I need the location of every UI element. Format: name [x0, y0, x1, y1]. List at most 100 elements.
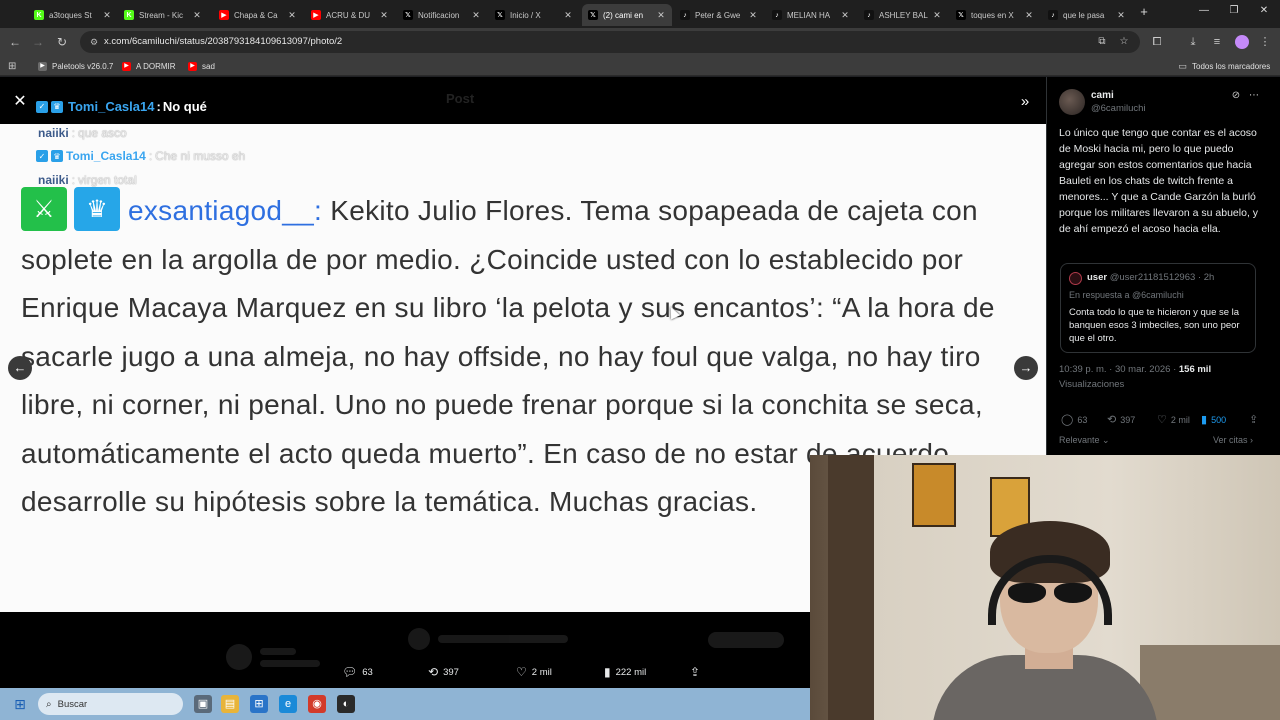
tab-close-icon[interactable]: ✕ — [748, 10, 758, 21]
tab-close-icon[interactable]: ✕ — [563, 10, 573, 21]
tab-close-icon[interactable]: ✕ — [287, 10, 297, 21]
profile-avatar[interactable] — [1235, 35, 1249, 49]
navigation-bar: ← → ↻ ⚙ x.com/6camiluchi/status/20387931… — [0, 28, 1280, 56]
sidebar-reply-action[interactable]: ◯ 63 — [1061, 413, 1087, 426]
more-options-icon[interactable]: ⋯ — [1248, 90, 1260, 102]
tab-close-icon[interactable]: ✕ — [840, 10, 850, 21]
tab-title: ACRU & DU — [326, 10, 371, 20]
chat-badge-icon: ♛ — [51, 150, 63, 162]
chat-line: naiiki: virgen total — [38, 173, 137, 187]
reply-card[interactable]: user @user21181512963 · 2h En respuesta … — [1060, 263, 1256, 353]
tab-close-icon[interactable]: ✕ — [379, 10, 389, 21]
views-action[interactable]: ▮ 222 mil — [604, 665, 646, 679]
browser-tab[interactable]: 𝕏 Notificacion ✕ — [397, 4, 487, 26]
edge-icon[interactable]: e — [279, 695, 297, 713]
chat-line-message: Che ni musso eh — [155, 149, 246, 163]
repost-action[interactable]: ⟲ 397 — [428, 665, 459, 679]
collapse-sidebar-icon[interactable]: » — [1016, 94, 1034, 110]
author-handle[interactable]: @6camiluchi — [1091, 103, 1146, 114]
tab-close-icon[interactable]: ✕ — [1116, 10, 1126, 21]
browser-tab[interactable]: ♪ MELIAN HA ✕ — [766, 4, 856, 26]
share-action[interactable]: ⇪ — [690, 665, 705, 679]
view-quotes-link[interactable]: Ver citas › — [1213, 435, 1253, 445]
address-bar[interactable]: ⚙ x.com/6camiluchi/status/20387931841096… — [80, 31, 1140, 53]
chat-line: naiiki: que asco — [38, 126, 127, 140]
taskbar-search[interactable]: ⌕ Buscar — [38, 693, 183, 715]
sidebar-share-action[interactable]: ⇪ — [1249, 413, 1262, 426]
sidebar-like-count: 2 mil — [1170, 414, 1190, 425]
bookmark-item[interactable]: ▶ sad — [188, 60, 215, 72]
in-reply-to: En respuesta a @6camiluchi — [1069, 290, 1184, 300]
sidebar-like-action[interactable]: ♡ 2 mil — [1157, 413, 1190, 426]
all-bookmarks-label: Todos los marcadores — [1192, 61, 1271, 71]
reload-icon[interactable]: ↻ — [55, 35, 69, 49]
bookmark-icon: ▮ — [1201, 414, 1208, 426]
browser-tab[interactable]: ▶ Chapa & Ca ✕ — [213, 4, 303, 26]
new-tab-button[interactable]: + — [1137, 5, 1151, 19]
downloads-icon[interactable]: ⤓ — [1186, 35, 1200, 49]
start-icon[interactable]: ⊞ — [12, 696, 28, 712]
chat-line-separator: : — [148, 149, 153, 163]
file-explorer-icon[interactable]: ▤ — [221, 695, 239, 713]
reading-list-icon[interactable]: ≡ — [1210, 35, 1224, 49]
tab-title: Chapa & Ca — [234, 10, 278, 20]
bookmarks-bar: ⊞ ▶ Paletools v26.0.7 ▶ A DORMIR ▶ sad ▭ Todo… — [0, 56, 1280, 76]
close-viewer-icon[interactable]: ✕ — [12, 94, 28, 110]
browser-tab[interactable]: ♪ ASHLEY BAL ✕ — [858, 4, 948, 26]
faded-reply-row — [408, 628, 788, 652]
chrome-icon[interactable]: ◉ — [308, 695, 326, 713]
chat-line: ✓ ♛ Tomi_Casla14: Che ni musso eh — [36, 149, 245, 163]
tab-close-icon[interactable]: ✕ — [102, 10, 112, 21]
like-action[interactable]: ♡ 2 mil — [516, 665, 552, 679]
heart-icon: ♡ — [516, 665, 527, 679]
chat-username: Tomi_Casla14 — [68, 99, 155, 114]
tab-close-icon[interactable]: ✕ — [1024, 10, 1034, 21]
tab-close-icon[interactable]: ✕ — [192, 10, 202, 21]
obs-icon[interactable]: ◐ — [337, 695, 355, 713]
tab-close-icon[interactable]: ✕ — [932, 10, 942, 21]
top-chat-line: ✓ ♛ Tomi_Casla14 : No qué — [36, 99, 207, 114]
apps-icon[interactable]: ⊞ — [8, 60, 16, 72]
browser-tab[interactable]: Ka3toques St ✕ — [28, 4, 118, 26]
forward-icon[interactable]: → — [31, 35, 45, 49]
tab-close-icon[interactable]: ✕ — [656, 10, 666, 21]
browser-tab[interactable]: K Stream - Kic ✕ — [118, 4, 208, 26]
url-text[interactable]: x.com/6camiluchi/status/2038793184109613… — [104, 36, 342, 47]
browser-tab[interactable]: ♪ Peter & Gwe ✕ — [674, 4, 764, 26]
bookmark-item[interactable]: ▶ Paletools v26.0.7 — [38, 60, 113, 72]
close-window-icon[interactable]: ✕ — [1256, 5, 1272, 16]
next-photo-button[interactable]: → — [1014, 356, 1038, 380]
bookmark-item[interactable]: ▶ A DORMIR — [122, 60, 176, 72]
all-bookmarks-folder[interactable]: ▭ Todos los marcadores — [1178, 60, 1270, 72]
grok-icon[interactable]: ⊘ — [1230, 90, 1242, 102]
chrome-menu-icon[interactable]: ⋮ — [1258, 35, 1272, 49]
task-view-icon[interactable]: ▣ — [194, 695, 212, 713]
minimize-icon[interactable]: — — [1196, 5, 1212, 16]
site-info-icon[interactable]: ⚙ — [88, 36, 100, 48]
sidebar-bookmark-action[interactable]: ▮ 500 — [1201, 413, 1226, 426]
author-avatar[interactable] — [1059, 89, 1085, 115]
browser-tab[interactable]: 𝕏 (2) cami en ✕ — [582, 4, 672, 26]
bookmark-favicon-icon: ▶ — [122, 61, 131, 71]
maximize-icon[interactable]: ❐ — [1226, 5, 1242, 16]
browser-tab[interactable]: 𝕏toques en X ✕ — [950, 4, 1040, 26]
author-name[interactable]: cami — [1091, 90, 1114, 101]
back-icon[interactable]: ← — [8, 35, 22, 49]
tab-favicon-icon: K — [34, 10, 44, 20]
bookmark-star-icon[interactable]: ☆ — [1118, 36, 1130, 48]
sidebar-repost-action[interactable]: ⟲ 397 — [1107, 413, 1135, 426]
reply-action[interactable]: 💬︎ 63 — [342, 665, 373, 679]
tab-favicon-icon: K — [124, 10, 134, 20]
browser-tab[interactable]: ♪ que le pasa ✕ — [1042, 4, 1132, 26]
tab-close-icon[interactable]: ✕ — [471, 10, 481, 21]
post-text: Lo único que tengo que contar es el acos… — [1059, 127, 1259, 235]
install-app-icon[interactable]: ⧉ — [1096, 36, 1108, 48]
browser-tab[interactable]: 𝕏 Inicio / X ✕ — [489, 4, 579, 26]
folder-icon: ▭ — [1178, 60, 1187, 71]
previous-photo-button[interactable]: ← — [8, 356, 32, 380]
store-icon[interactable]: ⊞ — [250, 695, 268, 713]
browser-tab[interactable]: ▶ ACRU & DU ✕ — [305, 4, 395, 26]
like-count: 2 mil — [531, 666, 552, 678]
sort-relevant-dropdown[interactable]: Relevante ⌄ — [1059, 435, 1110, 446]
extensions-icon[interactable]: ⧠ — [1150, 35, 1164, 49]
